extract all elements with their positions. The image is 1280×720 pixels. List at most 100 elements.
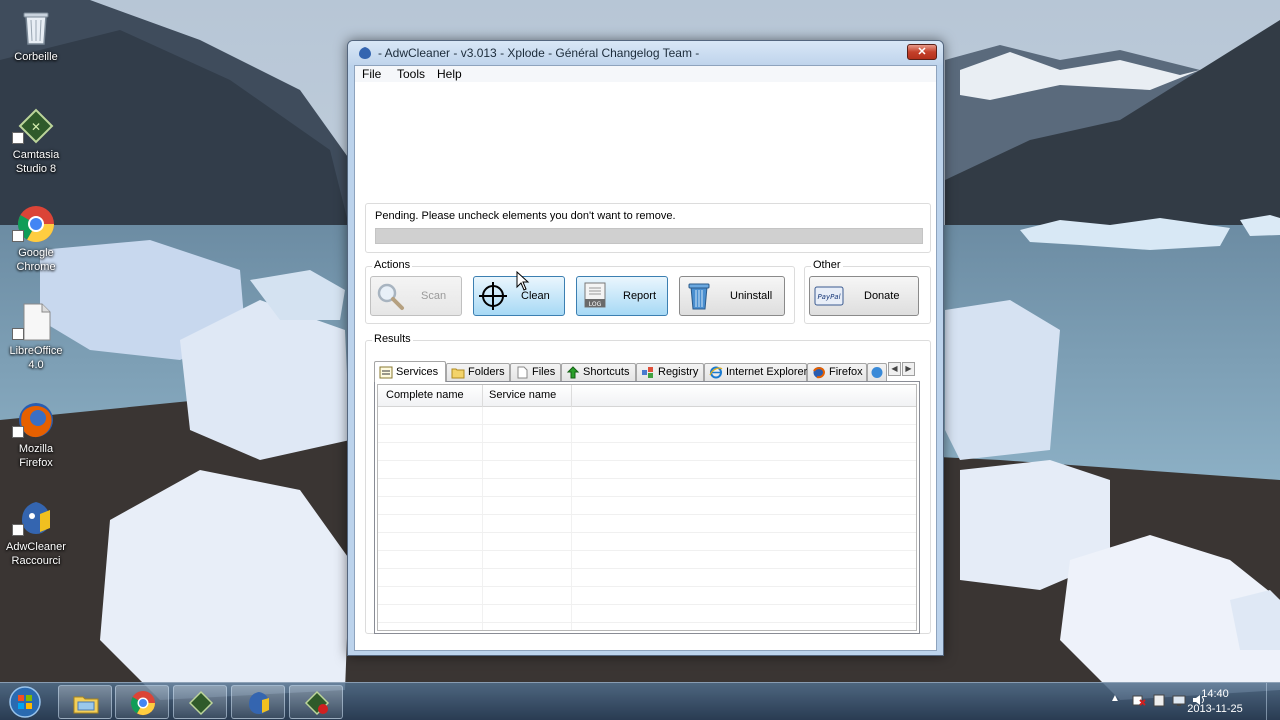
tray-expand-icon[interactable]: ▲ (1110, 693, 1124, 707)
scan-button-label: Scan (421, 290, 447, 302)
svg-text:PayPal: PayPal (817, 293, 840, 301)
clean-button-label: Clean (521, 290, 550, 302)
folder-icon (451, 368, 465, 379)
desktop-icon-recycle-bin[interactable]: Corbeille (0, 2, 72, 92)
clock-date: 2013-11-25 (1187, 703, 1243, 715)
table-row (378, 497, 916, 515)
tab-label: Registry (658, 366, 699, 378)
taskbar-explorer-button[interactable] (58, 685, 112, 719)
table-row (378, 461, 916, 479)
window-close-button[interactable]: ✕ (907, 44, 937, 60)
desktop-icon-label: Google Chrome (16, 247, 56, 273)
crosshair-icon (479, 282, 507, 310)
tab-folders[interactable]: Folders (446, 363, 510, 381)
start-button[interactable] (6, 685, 44, 719)
tab-scroll-right-button[interactable]: ▶ (902, 362, 915, 376)
results-table[interactable]: Complete name Service name (377, 384, 917, 631)
log-file-icon: LOG (584, 282, 606, 308)
table-header: Complete name Service name (378, 385, 916, 407)
table-row (378, 443, 916, 461)
uninstall-button[interactable]: Uninstall (679, 276, 785, 316)
internet-explorer-icon (709, 366, 723, 379)
tab-internet-explorer[interactable]: Internet Explorer (704, 363, 807, 381)
tab-firefox[interactable]: Firefox (807, 363, 867, 381)
donate-button-label: Donate (864, 290, 900, 302)
tab-label: Services (396, 366, 439, 378)
column-header-service-name[interactable]: Service name (489, 389, 556, 401)
taskbar-adwcleaner-button[interactable] (231, 685, 285, 719)
desktop-icon-label: Mozilla Firefox (18, 443, 54, 469)
shortcut-arrow-icon (566, 366, 580, 379)
tab-label: Shortcuts (583, 366, 630, 378)
shortcut-arrow-icon (12, 132, 24, 144)
desktop-icon-label: Camtasia Studio 8 (12, 149, 60, 175)
adwcleaner-app-icon (359, 47, 371, 59)
table-row (378, 569, 916, 587)
desktop-icons: Corbeille ✕ Camtasia Studio 8 Google Chr… (0, 0, 72, 680)
desktop-icon-firefox[interactable]: Mozilla Firefox (0, 394, 72, 484)
status-text: Pending. Please uncheck elements you don… (375, 210, 676, 222)
report-button-label: Report (623, 290, 657, 302)
menu-file[interactable]: File (356, 67, 387, 81)
svg-text:✕: ✕ (31, 120, 41, 134)
tab-scroll-left-button[interactable]: ◀ (888, 362, 901, 376)
adwcleaner-icon (249, 692, 269, 714)
table-row (378, 605, 916, 623)
action-center-icon[interactable] (1132, 693, 1146, 707)
table-row (378, 533, 916, 551)
recorder-icon (304, 690, 330, 716)
desktop-icon-chrome[interactable]: Google Chrome (0, 198, 72, 288)
status-group: Pending. Please uncheck elements you don… (365, 203, 931, 253)
table-row (378, 515, 916, 533)
column-separator (571, 385, 572, 407)
tab-registry[interactable]: Registry (636, 363, 704, 381)
menu-tools[interactable]: Tools (391, 67, 431, 81)
shortcut-arrow-icon (12, 230, 24, 242)
table-row (378, 587, 916, 605)
taskbar-chrome-button[interactable] (115, 685, 169, 719)
other-group: Other PayPal Donate (804, 259, 931, 324)
tab-label: Firefox (829, 366, 863, 378)
table-row (378, 479, 916, 497)
window-title: - AdwCleaner - v3.013 - Xplode - Général… (378, 46, 700, 60)
camtasia-icon (188, 690, 214, 716)
desktop-icon-libreoffice[interactable]: LibreOffice 4.0 (0, 296, 72, 386)
desktop-icon-camtasia[interactable]: ✕ Camtasia Studio 8 (0, 100, 72, 190)
window-client-area: File Tools Help Pending. Please uncheck … (354, 65, 937, 651)
report-button[interactable]: LOG Report (576, 276, 668, 316)
taskbar-recorder-button[interactable] (289, 685, 343, 719)
other-legend: Other (811, 259, 843, 271)
table-row (378, 551, 916, 569)
actions-legend: Actions (372, 259, 413, 271)
table-row (378, 407, 916, 425)
donate-button[interactable]: PayPal Donate (809, 276, 919, 316)
shortcut-arrow-icon (12, 328, 24, 340)
menu-help[interactable]: Help (431, 67, 468, 81)
taskbar: ▲ 14:40 2013-11-25 (0, 682, 1280, 720)
scan-button[interactable]: Scan (370, 276, 462, 316)
column-header-complete-name[interactable]: Complete name (386, 389, 464, 401)
tab-label: Internet Explorer (726, 366, 808, 378)
taskbar-camtasia-button[interactable] (173, 685, 227, 719)
tab-files[interactable]: Files (510, 363, 561, 381)
services-icon (379, 366, 393, 379)
chrome-icon (130, 691, 155, 716)
mouse-cursor-icon (516, 271, 530, 291)
actions-group: Actions Scan Clean LOG Report Uninstall (365, 259, 795, 324)
tab-shortcuts[interactable]: Shortcuts (561, 363, 636, 381)
menu-bar: File Tools Help (355, 66, 936, 82)
results-legend: Results (372, 333, 413, 345)
globe-icon (871, 367, 883, 378)
desktop-icon-adwcleaner[interactable]: AdwCleaner Raccourci (0, 492, 72, 582)
paypal-icon: PayPal (814, 286, 844, 306)
tab-overflow[interactable] (867, 363, 887, 381)
show-desktop-button[interactable] (1266, 683, 1280, 720)
tab-services[interactable]: Services (374, 361, 446, 382)
clipboard-icon[interactable] (1152, 693, 1166, 707)
uninstall-button-label: Uninstall (730, 290, 773, 302)
results-tabs: Services Folders Files Shortcuts Registr… (374, 361, 924, 382)
adwcleaner-window: - AdwCleaner - v3.013 - Xplode - Général… (347, 40, 944, 656)
taskbar-clock[interactable]: 14:40 2013-11-25 (1180, 687, 1250, 717)
shortcut-arrow-icon (12, 426, 24, 438)
window-titlebar[interactable]: - AdwCleaner - v3.013 - Xplode - Général… (348, 41, 943, 65)
